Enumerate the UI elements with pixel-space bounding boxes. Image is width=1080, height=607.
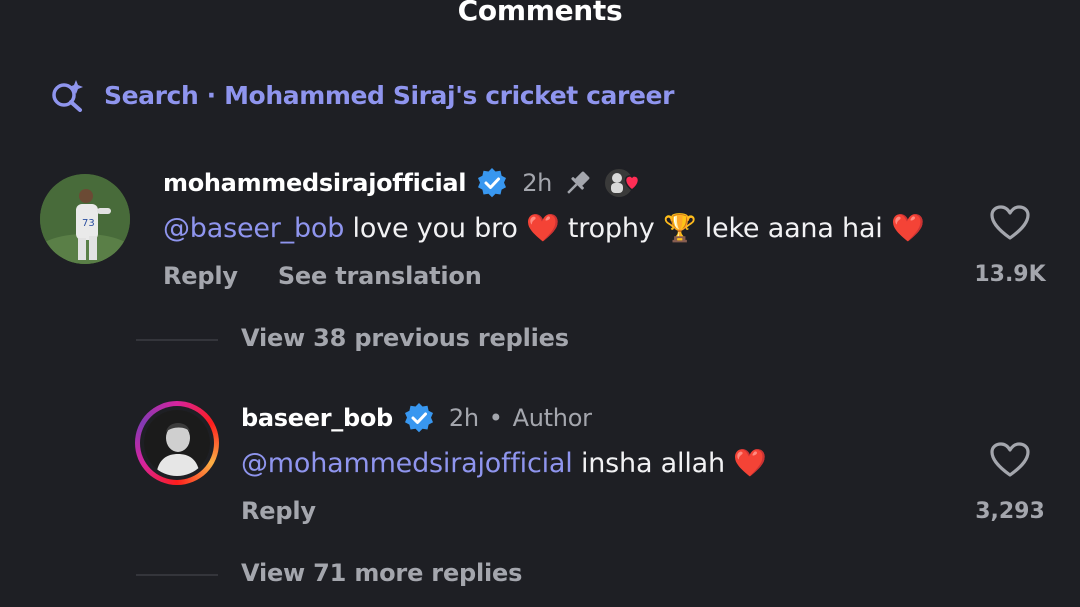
- search-suggestion[interactable]: Search · Mohammed Siraj's cricket career: [50, 78, 674, 112]
- comment-mention[interactable]: @baseer_bob: [163, 213, 344, 244]
- view-previous-replies-button[interactable]: View 38 previous replies: [241, 324, 569, 352]
- verified-badge-icon: [478, 168, 507, 198]
- like-column: 13.9K: [965, 204, 1055, 287]
- verified-badge-icon: [404, 403, 433, 433]
- see-translation-button[interactable]: See translation: [278, 262, 482, 290]
- avatar-story-ring[interactable]: [135, 401, 219, 485]
- avatar: [144, 410, 210, 476]
- like-count: 13.9K: [974, 262, 1046, 287]
- like-count: 3,293: [975, 499, 1045, 524]
- like-column: 3,293: [965, 441, 1055, 524]
- heart-emoji: ❤️: [526, 213, 560, 244]
- avatar[interactable]: 73: [40, 174, 130, 264]
- reply-button[interactable]: Reply: [241, 497, 316, 525]
- comment-time: 2h: [522, 169, 553, 197]
- svg-text:73: 73: [82, 218, 95, 229]
- page-title: Comments: [457, 0, 623, 27]
- comment-header: mohammedsirajofficial 2h: [163, 166, 648, 200]
- reply-mention[interactable]: @mohammedsirajofficial: [241, 448, 573, 479]
- heart-outline-icon[interactable]: [989, 441, 1031, 479]
- heart-emoji: ❤️: [733, 448, 767, 479]
- view-more-replies-button[interactable]: View 71 more replies: [241, 559, 522, 587]
- trophy-emoji: 🏆: [662, 213, 697, 244]
- comment-actions: Reply See translation: [163, 262, 522, 290]
- comment-username[interactable]: mohammedsirajofficial: [163, 169, 467, 197]
- comment-text: @baseer_bob love you bro ❤️ trophy 🏆 lek…: [163, 213, 925, 244]
- reply-actions: Reply: [241, 497, 356, 525]
- search-suggestion-label: Search · Mohammed Siraj's cricket career: [104, 80, 674, 110]
- divider: [136, 574, 218, 576]
- search-sparkle-icon: [52, 80, 83, 112]
- heart-outline-icon[interactable]: [989, 204, 1031, 242]
- liked-by-creator-icon: [603, 167, 640, 199]
- divider: [136, 339, 218, 341]
- reply-header: baseer_bob 2h • Author: [241, 402, 592, 434]
- heart-emoji: ❤️: [891, 213, 925, 244]
- reply-time: 2h: [448, 404, 479, 432]
- author-badge: Author: [512, 404, 592, 432]
- reply-text: @mohammedsirajofficial insha allah ❤️: [241, 448, 767, 479]
- separator-dot: •: [488, 404, 503, 432]
- reply-button[interactable]: Reply: [163, 262, 238, 290]
- pin-icon: [567, 171, 590, 194]
- reply-username[interactable]: baseer_bob: [241, 404, 393, 432]
